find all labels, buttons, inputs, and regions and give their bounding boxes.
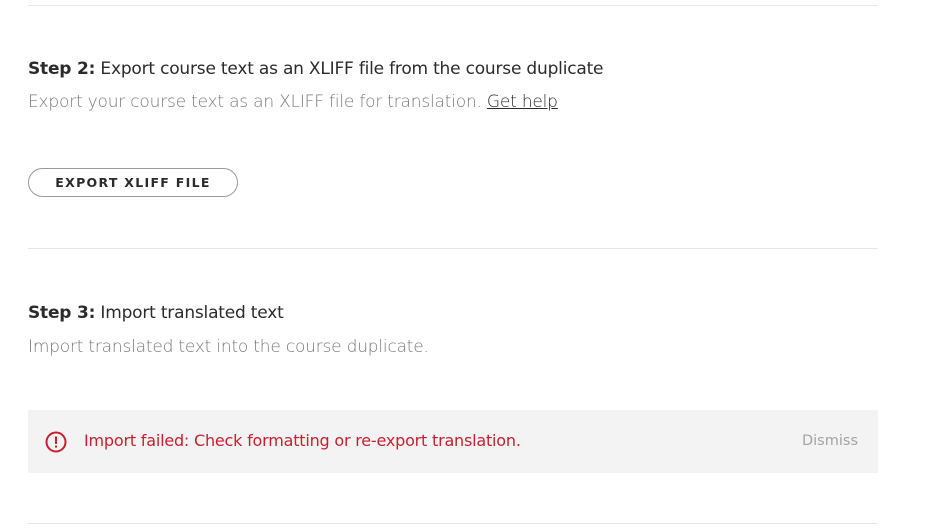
error-circle-icon xyxy=(45,431,67,453)
dismiss-button[interactable]: Dismiss xyxy=(802,433,858,449)
import-error-alert: Import failed: Check formatting or re-ex… xyxy=(28,410,878,473)
get-help-link[interactable]: Get help xyxy=(487,92,558,112)
step2-label: Step 2: xyxy=(28,59,96,79)
step2-description: Export your course text as an XLIFF file… xyxy=(28,92,558,112)
step3-description: Import translated text into the course d… xyxy=(28,337,429,357)
alert-message: Import failed: Check formatting or re-ex… xyxy=(84,431,521,450)
top-divider xyxy=(28,5,878,6)
step3-label: Step 3: xyxy=(28,303,96,323)
bottom-divider xyxy=(28,523,878,524)
translation-steps-page: Step 2: Export course text as an XLIFF f… xyxy=(0,0,930,531)
step3-heading: Step 3: Import translated text xyxy=(28,303,284,323)
step2-title: Export course text as an XLIFF file from… xyxy=(95,59,604,79)
middle-divider xyxy=(28,248,878,249)
step2-heading: Step 2: Export course text as an XLIFF f… xyxy=(28,59,604,79)
step3-title: Import translated text xyxy=(95,303,284,323)
step2-description-text: Export your course text as an XLIFF file… xyxy=(28,92,487,112)
export-xliff-button[interactable]: EXPORT XLIFF FILE xyxy=(28,168,238,197)
